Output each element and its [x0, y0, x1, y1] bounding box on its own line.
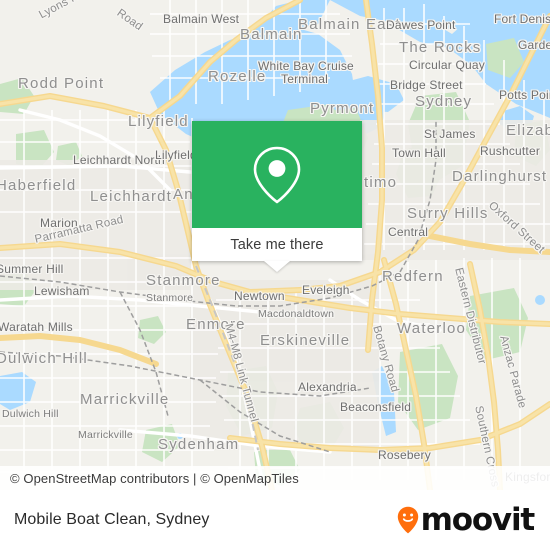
popup-image-area	[192, 121, 362, 228]
popup-pointer-tail	[264, 261, 290, 272]
attribution-text[interactable]: © OpenStreetMap contributors | © OpenMap…	[0, 471, 299, 486]
page-title: Mobile Boat Clean, Sydney	[14, 511, 210, 528]
location-pin-icon	[253, 146, 301, 203]
moovit-wordmark: moovit	[420, 501, 536, 538]
take-me-there-button[interactable]: Take me there	[192, 228, 362, 261]
footer-bar: Mobile Boat Clean, Sydney moovit	[0, 490, 550, 550]
moovit-logo[interactable]: moovit	[397, 501, 550, 538]
take-me-there-label: Take me there	[230, 236, 324, 253]
map-viewport[interactable]: Lyons RoadRoadBalmain WestBalmainBalmain…	[0, 0, 550, 490]
pin-icon-wrapper	[192, 121, 362, 228]
moovit-smiley-pin-icon	[397, 506, 418, 534]
map-attribution-bar: © OpenStreetMap contributors | © OpenMap…	[0, 466, 550, 490]
map-screenshot: Lyons RoadRoadBalmain WestBalmainBalmain…	[0, 0, 550, 550]
location-popup-card[interactable]: Take me there	[192, 121, 362, 272]
